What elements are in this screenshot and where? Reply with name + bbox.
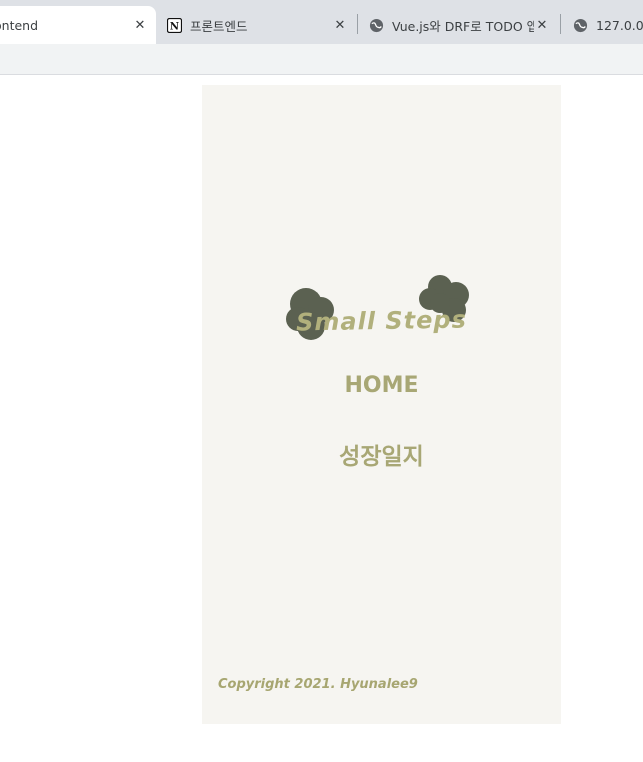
tab-title: 프론트엔드 [190, 18, 248, 34]
browser-tab-strip: ontend ✕ N 프론트엔드 ✕ Vue.js와 DRF로 TODO 앱 ✕… [0, 0, 643, 44]
nav-home-link[interactable]: HOME [202, 373, 561, 398]
svg-text:N: N [169, 21, 178, 32]
tab-close-icon[interactable]: ✕ [534, 17, 550, 33]
tab-frontend[interactable]: ontend ✕ [0, 6, 156, 44]
browser-toolbar [0, 44, 643, 74]
tab-separator [560, 14, 561, 34]
tab-close-icon[interactable]: ✕ [132, 17, 148, 33]
tab-title: ontend [0, 17, 39, 33]
globe-icon [368, 17, 384, 33]
toolbar-divider [0, 74, 643, 75]
tab-notion[interactable]: N 프론트엔드 ✕ [166, 6, 356, 44]
tab-title: 127.0.0.1 [596, 17, 643, 33]
logo[interactable]: Small Steps [202, 275, 561, 353]
tab-vue-todo[interactable]: Vue.js와 DRF로 TODO 앱 ✕ [368, 6, 558, 44]
tab-close-icon[interactable]: ✕ [332, 17, 348, 33]
logo-text: Small Steps [295, 305, 468, 337]
tab-separator [357, 14, 358, 34]
app-panel: Small Steps HOME 성장일지 Copyright 2021. Hy… [202, 85, 561, 724]
globe-icon [572, 17, 588, 33]
nav-diary-link[interactable]: 성장일지 [202, 437, 561, 471]
copyright-text: Copyright 2021. Hyunalee9 [218, 677, 418, 692]
notion-icon: N [166, 17, 182, 33]
tab-localhost[interactable]: 127.0.0.1 [572, 6, 643, 44]
tab-title: Vue.js와 DRF로 TODO 앱 [392, 18, 534, 34]
